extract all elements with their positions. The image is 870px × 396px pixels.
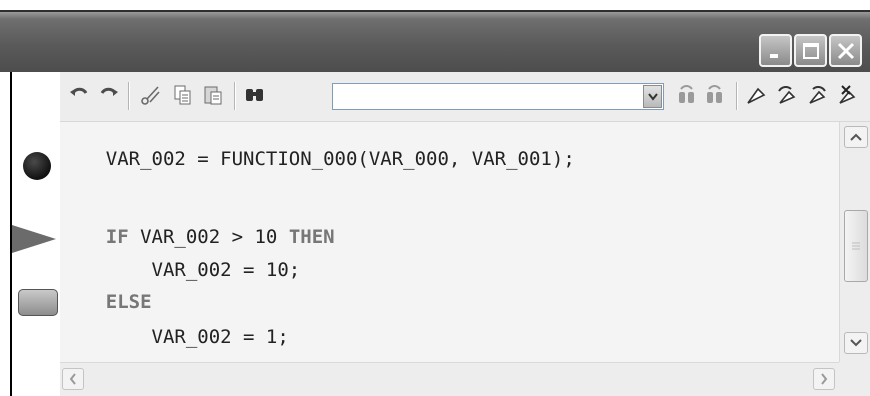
title-bar[interactable] — [0, 10, 870, 72]
code-token: VAR_002 = 1; — [60, 326, 289, 348]
previous-bookmark-icon[interactable] — [774, 82, 800, 108]
minimize-icon — [769, 53, 778, 58]
code-line[interactable]: VAR_002 = 1; — [60, 322, 289, 352]
code-keyword: IF — [105, 226, 129, 248]
close-button[interactable] — [829, 34, 862, 67]
code-line[interactable]: VAR_002 = FUNCTION_000(VAR_000, VAR_001)… — [60, 144, 575, 174]
search-combobox[interactable] — [332, 83, 664, 110]
maximize-icon — [802, 42, 819, 59]
vertical-scrollbar[interactable] — [839, 122, 870, 362]
toggle-bookmark-icon[interactable] — [744, 82, 770, 108]
copy-icon[interactable] — [170, 82, 196, 108]
minimize-button[interactable] — [759, 34, 792, 67]
find-icon[interactable] — [242, 82, 268, 108]
breakpoint-icon[interactable] — [23, 152, 51, 180]
code-token: VAR_002 > 10 — [128, 226, 289, 248]
clear-bookmarks-icon[interactable] — [834, 82, 860, 108]
bookmark-marker-icon[interactable] — [18, 289, 58, 316]
toolbar-separator — [736, 82, 737, 110]
grip-icon — [852, 242, 860, 250]
chevron-up-icon — [850, 133, 862, 141]
chevron-down-icon — [850, 339, 862, 347]
code-token: VAR_002 = 10; — [60, 259, 301, 281]
code-line[interactable]: VAR_002 = 10; — [60, 255, 301, 285]
code-line[interactable]: IF VAR_002 > 10 THEN — [60, 222, 335, 252]
window-controls — [759, 34, 862, 67]
cut-icon[interactable] — [138, 82, 164, 108]
close-icon — [837, 42, 854, 59]
scroll-down-button[interactable] — [844, 332, 868, 354]
code-keyword: ELSE — [105, 291, 152, 313]
chevron-right-icon — [821, 373, 828, 385]
undo-icon[interactable] — [66, 82, 92, 108]
redo-icon[interactable] — [96, 82, 122, 108]
code-text-area[interactable]: VAR_002 = FUNCTION_000(VAR_000, VAR_001)… — [60, 122, 839, 362]
toolbar-separator — [128, 82, 129, 110]
scroll-up-button[interactable] — [844, 126, 868, 148]
scroll-thumb[interactable] — [844, 210, 868, 282]
chevron-down-icon[interactable] — [643, 85, 662, 108]
maximize-button[interactable] — [794, 34, 827, 67]
editor-toolbar — [60, 72, 870, 122]
horizontal-scrollbar[interactable] — [60, 362, 839, 396]
scroll-right-button[interactable] — [813, 368, 835, 390]
toolbar-separator — [234, 82, 235, 110]
code-editor[interactable]: VAR_002 = FUNCTION_000(VAR_000, VAR_001)… — [60, 122, 839, 362]
find-next-icon[interactable] — [702, 82, 728, 108]
desktop-background — [0, 0, 870, 10]
next-bookmark-icon[interactable] — [804, 82, 830, 108]
scrollbar-corner — [839, 362, 870, 396]
code-token: VAR_002 = FUNCTION_000(VAR_000, VAR_001)… — [60, 148, 575, 170]
scroll-left-button[interactable] — [62, 368, 84, 390]
code-line[interactable]: ELSE — [60, 287, 152, 317]
chevron-left-icon — [69, 373, 76, 385]
paste-icon[interactable] — [200, 82, 226, 108]
find-previous-icon[interactable] — [674, 82, 700, 108]
current-line-arrow-icon — [12, 225, 56, 253]
code-keyword: THEN — [288, 226, 335, 248]
